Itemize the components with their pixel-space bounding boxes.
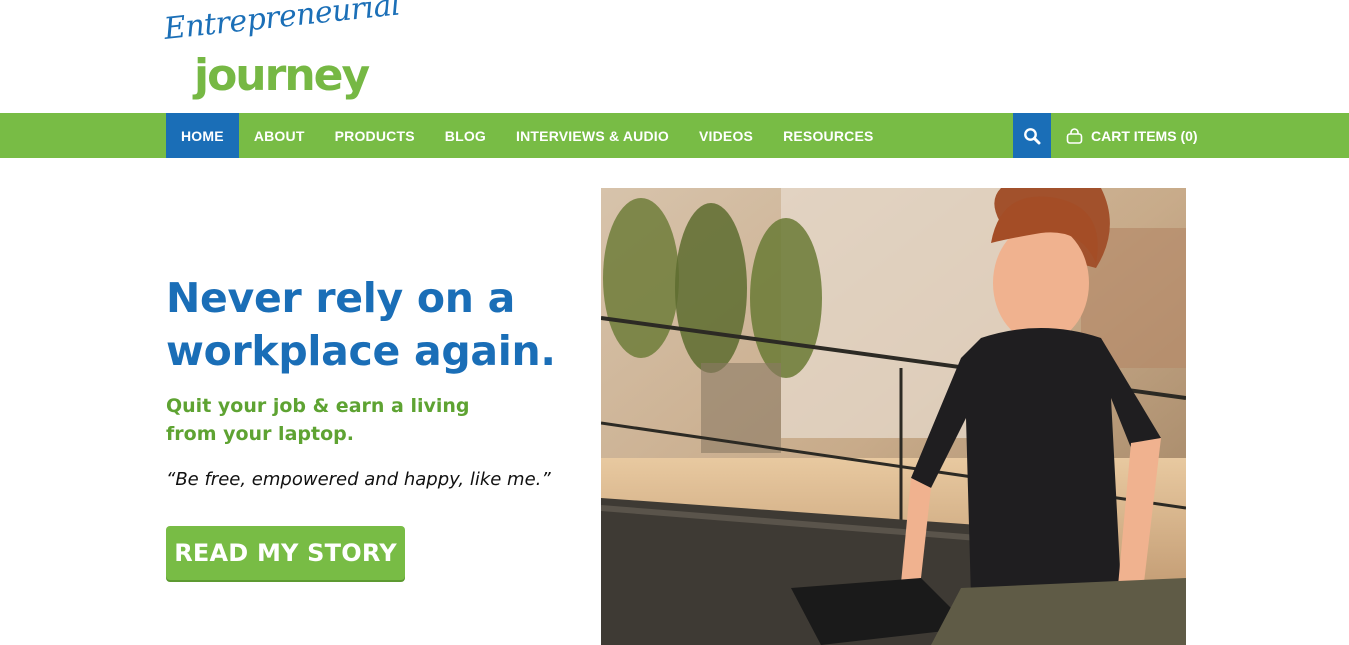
hero-headline-line2: workplace again. <box>166 327 556 375</box>
logo-word-text: journey <box>194 50 370 101</box>
nav-item-videos[interactable]: VIDEOS <box>684 113 768 158</box>
hero-text: Never rely on a workplace again. Quit yo… <box>166 272 566 494</box>
search-button[interactable] <box>1013 113 1051 158</box>
read-my-story-button[interactable]: READ MY STORY <box>166 526 405 580</box>
main-nav: HOME ABOUT PRODUCTS BLOG INTERVIEWS & AU… <box>166 113 889 158</box>
nav-item-home[interactable]: HOME <box>166 113 239 158</box>
nav-item-products[interactable]: PRODUCTS <box>320 113 430 158</box>
nav-item-interviews-audio[interactable]: INTERVIEWS & AUDIO <box>501 113 684 158</box>
hero-subhead: Quit your job & earn a living from your … <box>166 395 470 445</box>
cart-label: CART ITEMS (0) <box>1091 127 1198 144</box>
search-icon <box>1024 127 1041 144</box>
nav-item-about[interactable]: ABOUT <box>239 113 320 158</box>
nav-item-blog[interactable]: BLOG <box>430 113 501 158</box>
hero-headline-line1: Never rely on a <box>166 274 516 322</box>
nav-item-resources[interactable]: RESOURCES <box>768 113 888 158</box>
hero-photo <box>601 188 1186 645</box>
site-logo[interactable]: Entrepreneurial journey <box>162 0 401 106</box>
site-header: Entrepreneurial journey <box>0 0 1349 113</box>
hero-headline: Never rely on a workplace again. <box>166 272 566 378</box>
shopping-bag-icon <box>1066 127 1083 144</box>
logo-script-text: Entrepreneurial <box>162 0 402 47</box>
cart-link[interactable]: CART ITEMS (0) <box>1066 113 1198 158</box>
hero-quote: “Be free, empowered and happy, like me.” <box>166 469 551 490</box>
main-navbar: HOME ABOUT PRODUCTS BLOG INTERVIEWS & AU… <box>0 113 1349 158</box>
